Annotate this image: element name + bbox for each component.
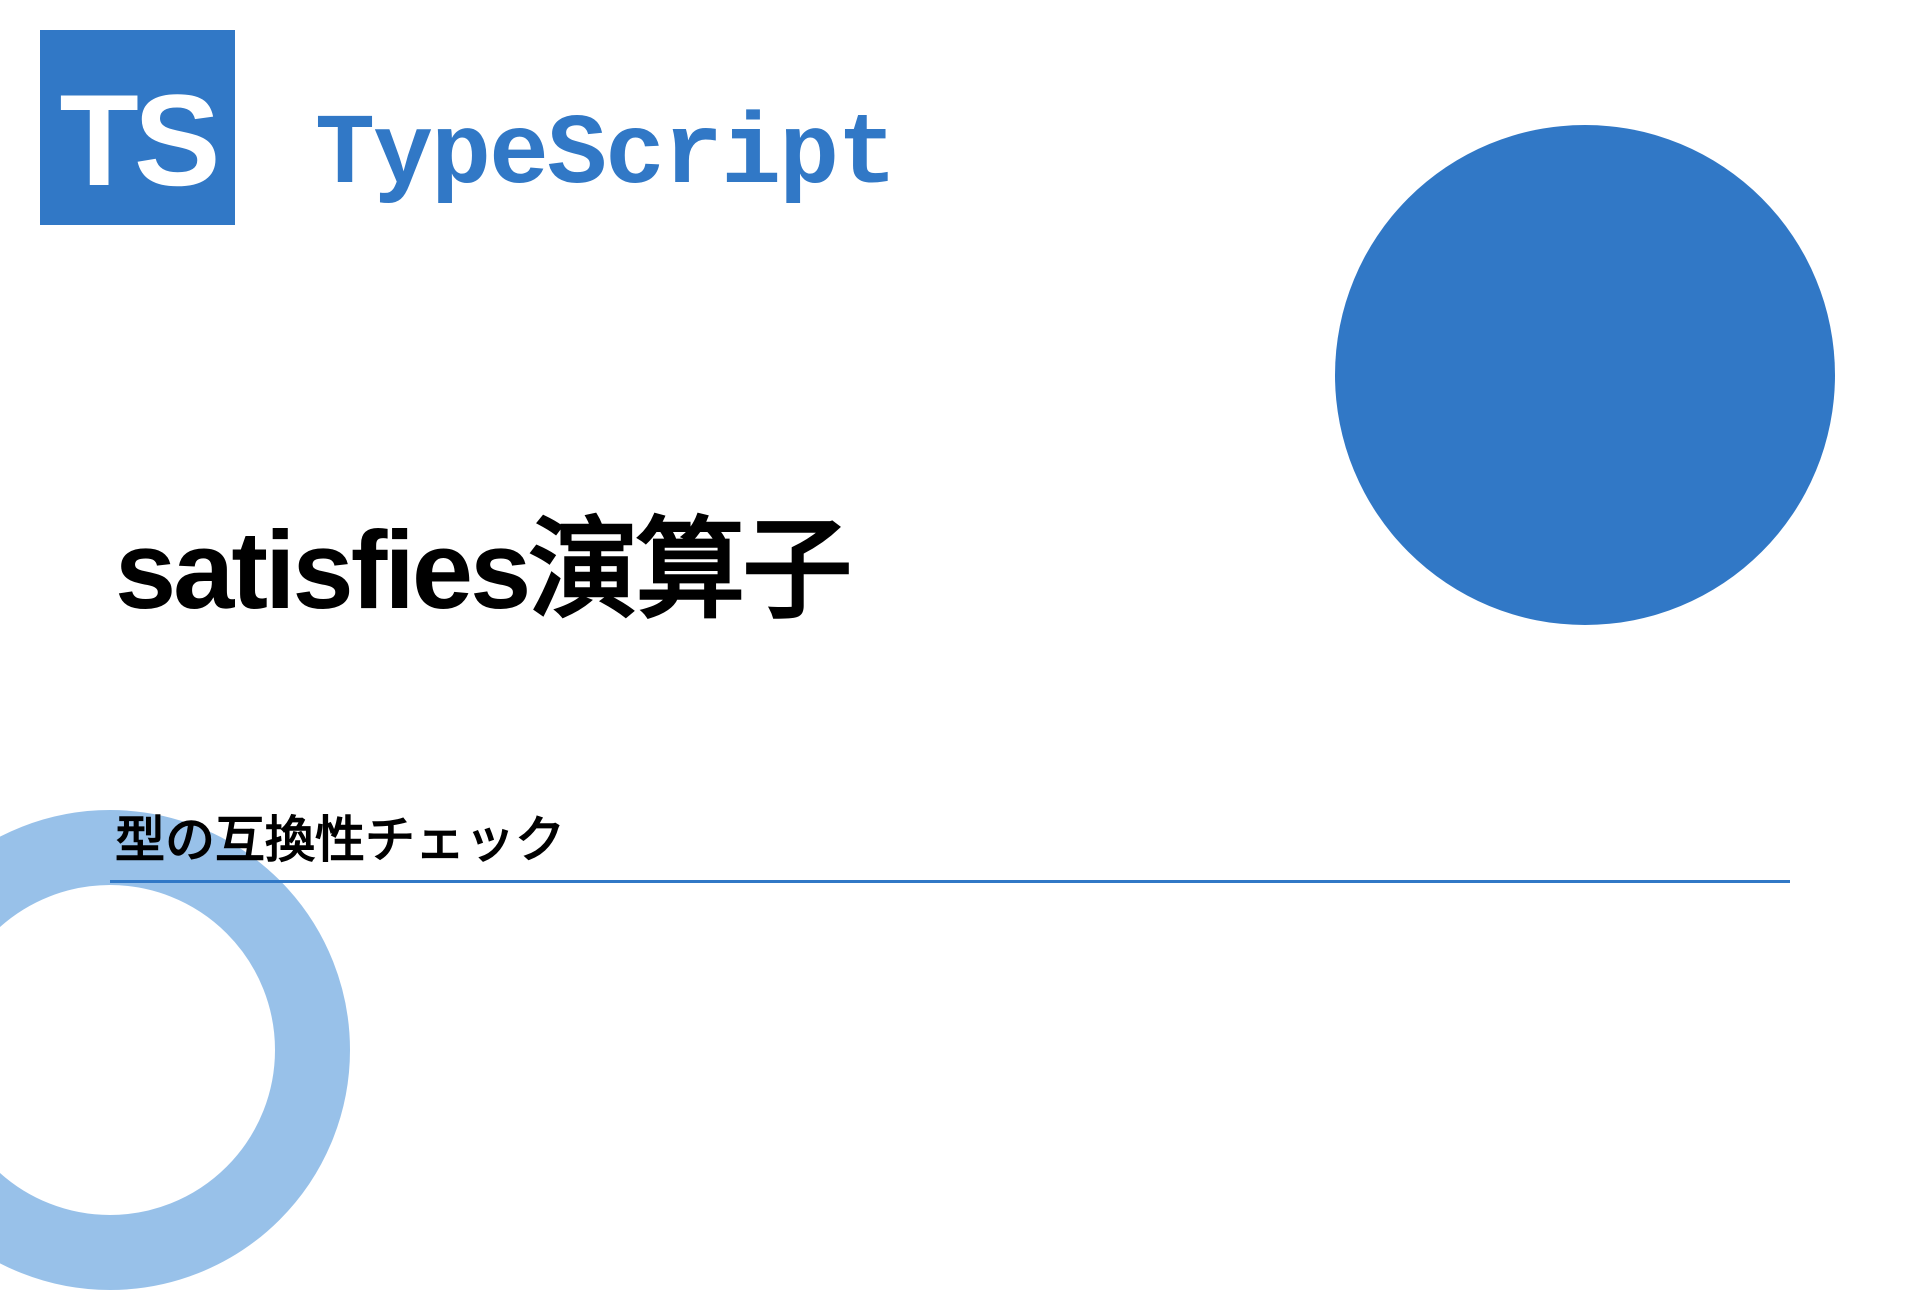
main-title: satisfies演算子 — [115, 480, 849, 640]
typescript-logo: TS — [40, 30, 235, 225]
language-name: TypeScript — [315, 100, 895, 213]
divider-line — [110, 880, 1790, 883]
typescript-logo-text: TS — [59, 65, 215, 215]
decorative-circle-large — [1335, 125, 1835, 625]
subtitle: 型の互換性チェック — [115, 800, 565, 872]
